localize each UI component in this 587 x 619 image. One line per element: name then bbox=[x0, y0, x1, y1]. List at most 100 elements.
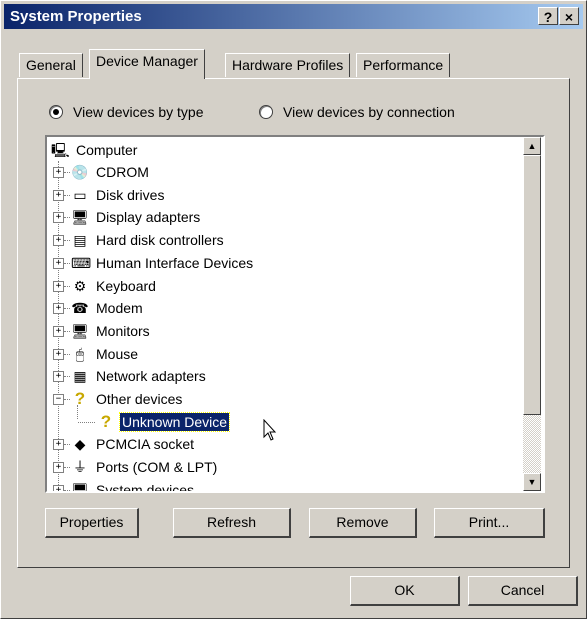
help-button[interactable]: ? bbox=[538, 7, 558, 25]
question-icon: ? bbox=[74, 389, 86, 408]
tree-item-label: Hard disk controllers bbox=[96, 232, 224, 249]
tree-item-label: PCMCIA socket bbox=[96, 436, 195, 453]
expand-icon[interactable]: + bbox=[53, 167, 64, 178]
hard-disk-controller-icon: ▤ bbox=[73, 232, 87, 249]
collapse-icon[interactable]: − bbox=[53, 394, 64, 405]
tree-category-item[interactable]: ? Other devices bbox=[71, 388, 184, 410]
cdrom-icon: 💿 bbox=[71, 164, 89, 180]
expand-icon[interactable]: + bbox=[53, 439, 64, 451]
scroll-down-arrow-icon[interactable]: ▼ bbox=[523, 473, 541, 491]
tree-root-label: Computer bbox=[76, 142, 138, 158]
tree-item-label: Human Interface Devices bbox=[96, 254, 254, 271]
tree-category-item[interactable]: 🖥 Monitors bbox=[71, 320, 152, 342]
monitor-icon: 🖥 bbox=[71, 322, 89, 339]
view-by-connection-radio[interactable]: View devices by connection bbox=[259, 102, 455, 122]
expand-icon[interactable]: + bbox=[53, 325, 64, 337]
tree-category-item[interactable]: ▦ Network adapters bbox=[71, 365, 208, 387]
tree-connector-line bbox=[64, 399, 70, 400]
expand-icon[interactable]: + bbox=[53, 212, 64, 224]
window-title: System Properties bbox=[10, 8, 142, 25]
expand-icon[interactable]: + bbox=[53, 257, 64, 269]
tree-connector-line bbox=[64, 353, 70, 355]
tree-connector-line bbox=[64, 262, 70, 264]
tree-connector-line bbox=[64, 172, 70, 173]
tree-category-item[interactable]: ▤ Hard disk controllers bbox=[71, 229, 226, 251]
tree-category-item[interactable]: 🖥 System devices bbox=[71, 479, 196, 493]
tab-device-manager[interactable]: Device Manager bbox=[89, 49, 205, 79]
tree-category-item[interactable]: ☎ Modem bbox=[71, 297, 145, 319]
tree-item-label: Ports (COM & LPT) bbox=[96, 459, 218, 476]
print-button[interactable]: Print... bbox=[434, 508, 545, 538]
tree-connector-line bbox=[64, 330, 70, 332]
expand-icon[interactable]: + bbox=[53, 280, 64, 292]
device-tree[interactable]: 🖳 Computer + 💿 CDROM + ▭ Disk drives + 🖥 Display… bbox=[45, 135, 545, 493]
view-by-type-label: View devices by type bbox=[73, 104, 204, 120]
unknown-device-icon: ? bbox=[100, 411, 112, 431]
tab-performance[interactable]: Performance bbox=[356, 53, 451, 77]
tree-item-label: Network adapters bbox=[96, 368, 206, 385]
cancel-button[interactable]: Cancel bbox=[468, 576, 578, 606]
close-button[interactable]: × bbox=[559, 7, 579, 25]
tree-item-label: Display adapters bbox=[96, 209, 201, 226]
expand-icon[interactable]: + bbox=[53, 484, 64, 491]
expand-icon[interactable]: + bbox=[53, 371, 64, 383]
tree-connector-line bbox=[64, 217, 70, 219]
tree-scrollbar[interactable]: ▲ ▼ bbox=[523, 137, 541, 491]
view-by-type-radio[interactable]: View devices by type bbox=[49, 102, 203, 122]
pcmcia-icon: ◆ bbox=[74, 436, 86, 453]
port-icon: ⏚ bbox=[73, 459, 87, 476]
expand-icon[interactable]: + bbox=[53, 348, 64, 360]
tree-category-item[interactable]: ▭ Disk drives bbox=[71, 184, 166, 206]
tree-connector-line bbox=[64, 240, 70, 242]
tree-connector-line bbox=[64, 444, 70, 446]
mouse-icon: 🖱 bbox=[75, 345, 85, 362]
display-adapter-icon: 🖥 bbox=[71, 209, 89, 226]
system-properties-window: System Properties ? × General Device Man… bbox=[0, 0, 587, 619]
hid-icon: ⌨ bbox=[71, 254, 92, 271]
tree-connector-line bbox=[64, 467, 70, 469]
tree-category-item[interactable]: ◆ PCMCIA socket bbox=[71, 433, 196, 455]
tree-connector-line bbox=[64, 194, 70, 196]
tree-item-label: Other devices bbox=[96, 391, 183, 407]
tab-general[interactable]: General bbox=[19, 53, 83, 77]
tree-root-computer[interactable]: 🖳 Computer bbox=[51, 139, 139, 161]
ok-button[interactable]: OK bbox=[350, 576, 460, 606]
disk-drive-icon: ▭ bbox=[73, 186, 87, 203]
keyboard-icon: ⚙ bbox=[73, 277, 87, 294]
tree-child-item[interactable]: ? Unknown Device bbox=[97, 411, 231, 433]
tree-category-item[interactable]: ⚙ Keyboard bbox=[71, 275, 158, 297]
expand-icon[interactable]: + bbox=[53, 303, 64, 315]
properties-button[interactable]: Properties bbox=[45, 508, 139, 538]
mouse-pointer-icon bbox=[263, 419, 277, 441]
expand-icon[interactable]: + bbox=[53, 235, 64, 247]
tree-connector-line bbox=[78, 421, 95, 423]
refresh-button[interactable]: Refresh bbox=[173, 508, 291, 538]
tree-connector-line bbox=[64, 308, 70, 310]
remove-button[interactable]: Remove bbox=[309, 508, 417, 538]
title-bar[interactable]: System Properties ? × bbox=[4, 4, 583, 29]
tree-item-label: Disk drives bbox=[96, 186, 165, 203]
tree-item-label: CDROM bbox=[96, 164, 149, 180]
tree-item-label: Unknown Device bbox=[118, 411, 231, 432]
modem-icon: ☎ bbox=[71, 300, 89, 317]
tree-item-label: Modem bbox=[96, 300, 143, 317]
expand-icon[interactable]: + bbox=[53, 189, 64, 201]
tree-category-item[interactable]: 💿 CDROM bbox=[71, 161, 151, 183]
expand-icon[interactable]: + bbox=[53, 462, 64, 474]
radio-unselected-indicator bbox=[259, 105, 273, 119]
tree-connector-line bbox=[64, 376, 70, 378]
tab-hardware-profiles[interactable]: Hardware Profiles bbox=[225, 53, 351, 77]
scroll-up-arrow-icon[interactable]: ▲ bbox=[523, 137, 541, 155]
tree-item-label: Mouse bbox=[96, 345, 139, 362]
radio-selected-indicator bbox=[49, 105, 63, 119]
tree-connector-line bbox=[64, 489, 70, 491]
network-adapter-icon: ▦ bbox=[73, 368, 87, 385]
tree-connector-line bbox=[64, 285, 70, 287]
scroll-thumb[interactable] bbox=[523, 155, 541, 415]
system-device-icon: 🖥 bbox=[71, 481, 89, 493]
tree-category-item[interactable]: 🖥 Display adapters bbox=[71, 206, 202, 228]
view-by-connection-label: View devices by connection bbox=[283, 104, 455, 120]
tree-category-item[interactable]: ⌨ Human Interface Devices bbox=[71, 252, 255, 274]
tree-category-item[interactable]: ⏚ Ports (COM & LPT) bbox=[71, 456, 219, 478]
tree-category-item[interactable]: 🖱 Mouse bbox=[71, 343, 140, 365]
